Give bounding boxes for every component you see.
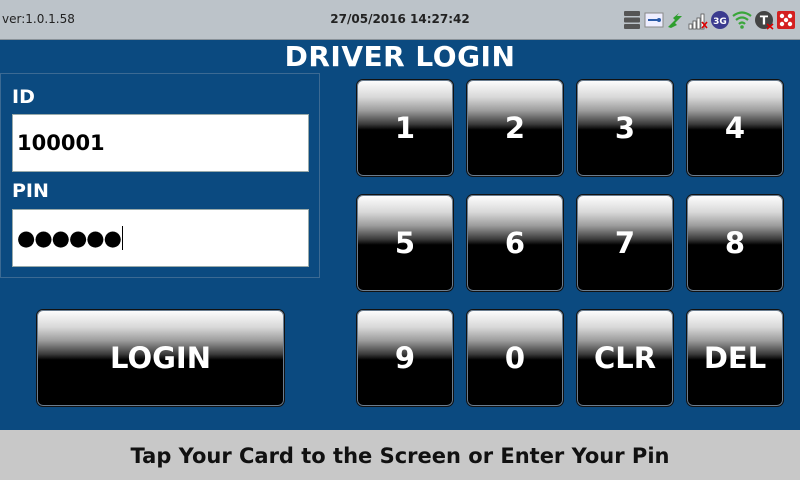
pin-value: ●●●●●● (17, 226, 122, 250)
storage-icon (622, 10, 642, 30)
pin-label: PIN (12, 180, 49, 202)
keycard-icon (644, 10, 664, 30)
tacho-icon: T (754, 10, 774, 30)
key-9-button[interactable]: 9 (356, 309, 454, 407)
key-3-button[interactable]: 3 (576, 79, 674, 177)
id-field[interactable]: 100001 (12, 114, 309, 172)
signal-icon (688, 10, 708, 30)
key-4-button[interactable]: 4 (686, 79, 784, 177)
status-icons: 3G T (622, 9, 796, 31)
login-form: ID 100001 PIN ●●●●●● (0, 73, 320, 278)
id-value: 100001 (17, 131, 105, 155)
clear-button[interactable]: CLR (576, 309, 674, 407)
wifi-icon (732, 10, 752, 30)
key-2-button[interactable]: 2 (466, 79, 564, 177)
prompt-bar: Tap Your Card to the Screen or Enter You… (0, 430, 800, 480)
key-0-button[interactable]: 0 (466, 309, 564, 407)
status-bar: ver:1.0.1.58 27/05/2016 14:27:42 3G T (0, 0, 800, 40)
key-1-button[interactable]: 1 (356, 79, 454, 177)
text-caret (121, 226, 123, 250)
key-6-button[interactable]: 6 (466, 194, 564, 292)
login-button[interactable]: LOGIN (36, 309, 285, 407)
3g-icon: 3G (710, 10, 730, 30)
key-5-button[interactable]: 5 (356, 194, 454, 292)
key-8-button[interactable]: 8 (686, 194, 784, 292)
alert-icon (776, 10, 796, 30)
prompt-text: Tap Your Card to the Screen or Enter You… (130, 444, 670, 468)
3g-label: 3G (713, 17, 727, 27)
id-label: ID (12, 86, 35, 108)
delete-button[interactable]: DEL (686, 309, 784, 407)
link-icon (666, 10, 686, 30)
page-title: DRIVER LOGIN (284, 40, 516, 73)
pin-field[interactable]: ●●●●●● (12, 209, 309, 267)
key-7-button[interactable]: 7 (576, 194, 674, 292)
